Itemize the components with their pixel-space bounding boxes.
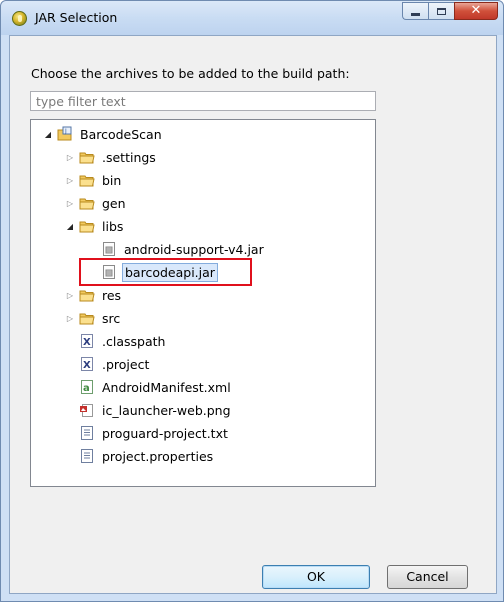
image-file-icon [79, 402, 95, 418]
tree-item[interactable]: X .classpath [65, 330, 167, 352]
tree-item-label: android-support-v4.jar [124, 241, 264, 257]
tree-item-label: .classpath [102, 333, 166, 349]
expand-arrow-icon[interactable]: ▷ [65, 199, 75, 208]
tree-item[interactable]: ▷ src [65, 307, 122, 329]
xml-file-icon: X [79, 356, 95, 372]
jar-selection-window: JAR Selection ✕ Choose the archives to b… [0, 0, 504, 602]
tree-item[interactable]: a AndroidManifest.xml [65, 376, 233, 398]
tree-item-label: BarcodeScan [80, 126, 162, 142]
jar-icon [101, 241, 117, 257]
folder-icon [79, 172, 95, 188]
minimize-icon [411, 13, 420, 16]
text-file-icon [79, 425, 95, 441]
tree-item[interactable]: proguard-project.txt [65, 422, 230, 444]
archive-tree[interactable]: ◢ J BarcodeScan ▷ .settings ▷ bin ▷ gen ◢ libs andr… [30, 119, 376, 487]
minimize-button[interactable] [402, 2, 428, 20]
tree-item-label: gen [102, 195, 126, 211]
close-button[interactable]: ✕ [454, 2, 498, 20]
collapse-arrow-icon[interactable]: ◢ [43, 130, 53, 139]
tree-item[interactable]: ▷ .settings [65, 146, 158, 168]
window-controls: ✕ [402, 2, 498, 20]
tree-item[interactable]: X .project [65, 353, 151, 375]
svg-text:J: J [64, 128, 67, 135]
tree-item[interactable]: ▷ gen [65, 192, 128, 214]
filter-input[interactable]: type filter text [30, 91, 376, 111]
svg-text:X: X [83, 360, 91, 371]
svg-text:X: X [83, 337, 91, 348]
svg-text:a: a [83, 383, 90, 394]
tree-item[interactable]: ic_launcher-web.png [65, 399, 233, 421]
tree-item-label: src [102, 310, 121, 326]
highlight-box [79, 258, 252, 286]
project-icon: J [57, 126, 73, 142]
tree-item[interactable]: project.properties [65, 445, 215, 467]
folder-icon [79, 195, 95, 211]
tree-item-label: .project [102, 356, 150, 372]
title-bar[interactable]: JAR Selection ✕ [1, 1, 503, 35]
instruction-label: Choose the archives to be added to the b… [31, 66, 350, 81]
tree-item-label: res [102, 287, 122, 303]
tree-item[interactable]: ▷ res [65, 284, 123, 306]
dialog-body: Choose the archives to be added to the b… [9, 35, 497, 594]
eclipse-app-icon [12, 11, 27, 26]
tree-item-label: libs [102, 218, 124, 234]
folder-icon [79, 218, 95, 234]
manifest-icon: a [79, 379, 95, 395]
maximize-icon [437, 8, 446, 15]
expand-arrow-icon[interactable]: ▷ [65, 314, 75, 323]
folder-icon [79, 287, 95, 303]
tree-item[interactable]: ▷ bin [65, 169, 123, 191]
tree-item[interactable]: ◢ J BarcodeScan [43, 123, 164, 145]
text-file-icon [79, 448, 95, 464]
expand-arrow-icon[interactable]: ▷ [65, 176, 75, 185]
tree-item-label: proguard-project.txt [102, 425, 228, 441]
expand-arrow-icon[interactable]: ▷ [65, 291, 75, 300]
tree-item-label: AndroidManifest.xml [102, 379, 231, 395]
tree-item-label: bin [102, 172, 122, 188]
window-title: JAR Selection [35, 10, 118, 25]
folder-icon [79, 149, 95, 165]
xml-file-icon: X [79, 333, 95, 349]
close-icon: ✕ [470, 3, 482, 18]
expand-arrow-icon[interactable]: ▷ [65, 153, 75, 162]
ok-button[interactable]: OK [262, 565, 370, 589]
tree-item-label: project.properties [102, 448, 214, 464]
tree-item[interactable]: ◢ libs [65, 215, 125, 237]
tree-item-label: .settings [102, 149, 156, 165]
collapse-arrow-icon[interactable]: ◢ [65, 222, 75, 231]
cancel-button[interactable]: Cancel [387, 565, 468, 589]
maximize-button[interactable] [428, 2, 454, 20]
tree-item-label: ic_launcher-web.png [102, 402, 231, 418]
tree-item[interactable]: android-support-v4.jar [87, 238, 266, 260]
folder-icon [79, 310, 95, 326]
